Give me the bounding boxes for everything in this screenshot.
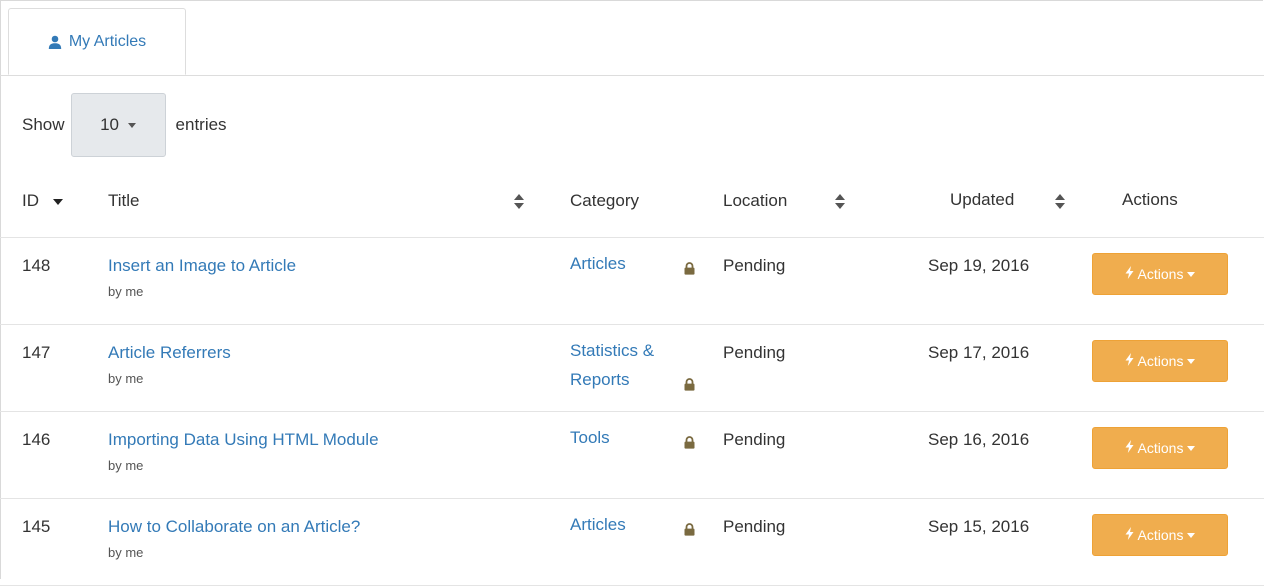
bolt-icon: [1125, 527, 1134, 543]
article-author: by me: [108, 371, 144, 386]
article-author: by me: [108, 284, 144, 299]
updated-date: Sep 15, 2016: [928, 517, 1030, 536]
article-id: 145: [22, 517, 51, 536]
cell-title: How to Collaborate on an Article? by me: [86, 498, 548, 586]
column-header-title[interactable]: Title: [86, 165, 548, 238]
sort-both-icon: [514, 194, 524, 210]
caret-down-icon: [127, 122, 136, 128]
updated-date: Sep 16, 2016: [928, 430, 1030, 449]
lock-icon: [684, 521, 695, 541]
caret-down-icon: [1187, 445, 1196, 451]
article-title-link[interactable]: Importing Data Using HTML Module: [108, 430, 548, 450]
cell-category: Articles: [548, 498, 718, 586]
sort-both-icon: [835, 194, 845, 210]
cell-actions: Actions: [1084, 498, 1264, 586]
cell-title: Article Referrers by me: [86, 324, 548, 412]
table-row: 146 Importing Data Using HTML Module by …: [0, 411, 1264, 499]
article-author: by me: [108, 545, 144, 560]
user-icon: [48, 35, 62, 49]
actions-button[interactable]: Actions: [1092, 340, 1228, 382]
show-label: Show: [22, 115, 65, 134]
article-id: 147: [22, 343, 51, 362]
column-header-updated[interactable]: Updated: [898, 165, 1084, 238]
actions-button-label: Actions: [1137, 527, 1184, 543]
cell-category: Statistics & Reports: [548, 324, 718, 412]
updated-date: Sep 17, 2016: [928, 343, 1030, 362]
table-row: 147 Article Referrers by me Statistics &…: [0, 324, 1264, 412]
caret-down-icon: [1187, 532, 1196, 538]
sort-desc-icon: [53, 198, 63, 205]
cell-category: Tools: [548, 411, 718, 499]
lock-icon: [684, 434, 695, 454]
entries-select[interactable]: 10: [70, 93, 166, 157]
column-header-id[interactable]: ID: [0, 165, 86, 238]
articles-table: ID Title Category Location Updated Actio…: [0, 165, 1264, 586]
location-status: Pending: [723, 343, 786, 362]
lock-icon: [684, 260, 695, 280]
cell-actions: Actions: [1084, 237, 1264, 325]
article-title-link[interactable]: How to Collaborate on an Article?: [108, 517, 548, 537]
cell-title: Importing Data Using HTML Module by me: [86, 411, 548, 499]
cell-id: 147: [0, 324, 86, 412]
cell-updated: Sep 17, 2016: [898, 324, 1084, 412]
actions-button[interactable]: Actions: [1092, 253, 1228, 295]
actions-button[interactable]: Actions: [1092, 427, 1228, 469]
bolt-icon: [1125, 353, 1134, 369]
cell-actions: Actions: [1084, 411, 1264, 499]
bolt-icon: [1125, 266, 1134, 282]
category-link[interactable]: Articles: [570, 510, 718, 539]
category-link-line: Articles: [570, 254, 626, 273]
cell-location: Pending: [718, 237, 898, 325]
cell-title: Insert an Image to Article by me: [86, 237, 548, 325]
cell-location: Pending: [718, 324, 898, 412]
updated-date: Sep 19, 2016: [928, 256, 1030, 275]
sort-both-icon: [1055, 194, 1065, 210]
entries-label: entries: [175, 115, 227, 134]
column-header-category: Category: [548, 165, 718, 238]
table-row: 148 Insert an Image to Article by me Art…: [0, 237, 1264, 325]
category-link-line: Reports: [570, 370, 630, 389]
cell-updated: Sep 15, 2016: [898, 498, 1084, 586]
cell-id: 146: [0, 411, 86, 499]
entries-length-control: Show 10 entries: [22, 92, 227, 158]
actions-button-label: Actions: [1137, 353, 1184, 369]
category-link-line: Tools: [570, 428, 610, 447]
location-status: Pending: [723, 517, 786, 536]
cell-location: Pending: [718, 411, 898, 499]
tab-bar: My Articles: [0, 0, 1264, 76]
category-link[interactable]: Statistics & Reports: [570, 336, 718, 394]
caret-down-icon: [1187, 358, 1196, 364]
lock-icon: [684, 376, 695, 396]
cell-id: 145: [0, 498, 86, 586]
bolt-icon: [1125, 440, 1134, 456]
actions-button-label: Actions: [1137, 266, 1184, 282]
article-author: by me: [108, 458, 144, 473]
tab-my-articles[interactable]: My Articles: [8, 8, 186, 75]
category-link-line: Articles: [570, 515, 626, 534]
actions-button[interactable]: Actions: [1092, 514, 1228, 556]
article-id: 146: [22, 430, 51, 449]
article-title-link[interactable]: Article Referrers: [108, 343, 548, 363]
column-header-actions: Actions: [1084, 165, 1264, 238]
cell-updated: Sep 19, 2016: [898, 237, 1084, 325]
cell-updated: Sep 16, 2016: [898, 411, 1084, 499]
cell-category: Articles: [548, 237, 718, 325]
article-title-link[interactable]: Insert an Image to Article: [108, 256, 548, 276]
column-header-location[interactable]: Location: [718, 165, 898, 238]
tab-label: My Articles: [68, 32, 147, 50]
category-link[interactable]: Articles: [570, 249, 718, 278]
article-id: 148: [22, 256, 51, 275]
cell-id: 148: [0, 237, 86, 325]
location-status: Pending: [723, 256, 786, 275]
table-header-row: ID Title Category Location Updated Actio…: [0, 165, 1264, 238]
caret-down-icon: [1187, 271, 1196, 277]
location-status: Pending: [723, 430, 786, 449]
cell-location: Pending: [718, 498, 898, 586]
entries-select-value: 10: [100, 115, 119, 134]
table-row: 145 How to Collaborate on an Article? by…: [0, 498, 1264, 586]
category-link[interactable]: Tools: [570, 423, 718, 452]
category-link-line: Statistics &: [570, 341, 655, 360]
actions-button-label: Actions: [1137, 440, 1184, 456]
cell-actions: Actions: [1084, 324, 1264, 412]
